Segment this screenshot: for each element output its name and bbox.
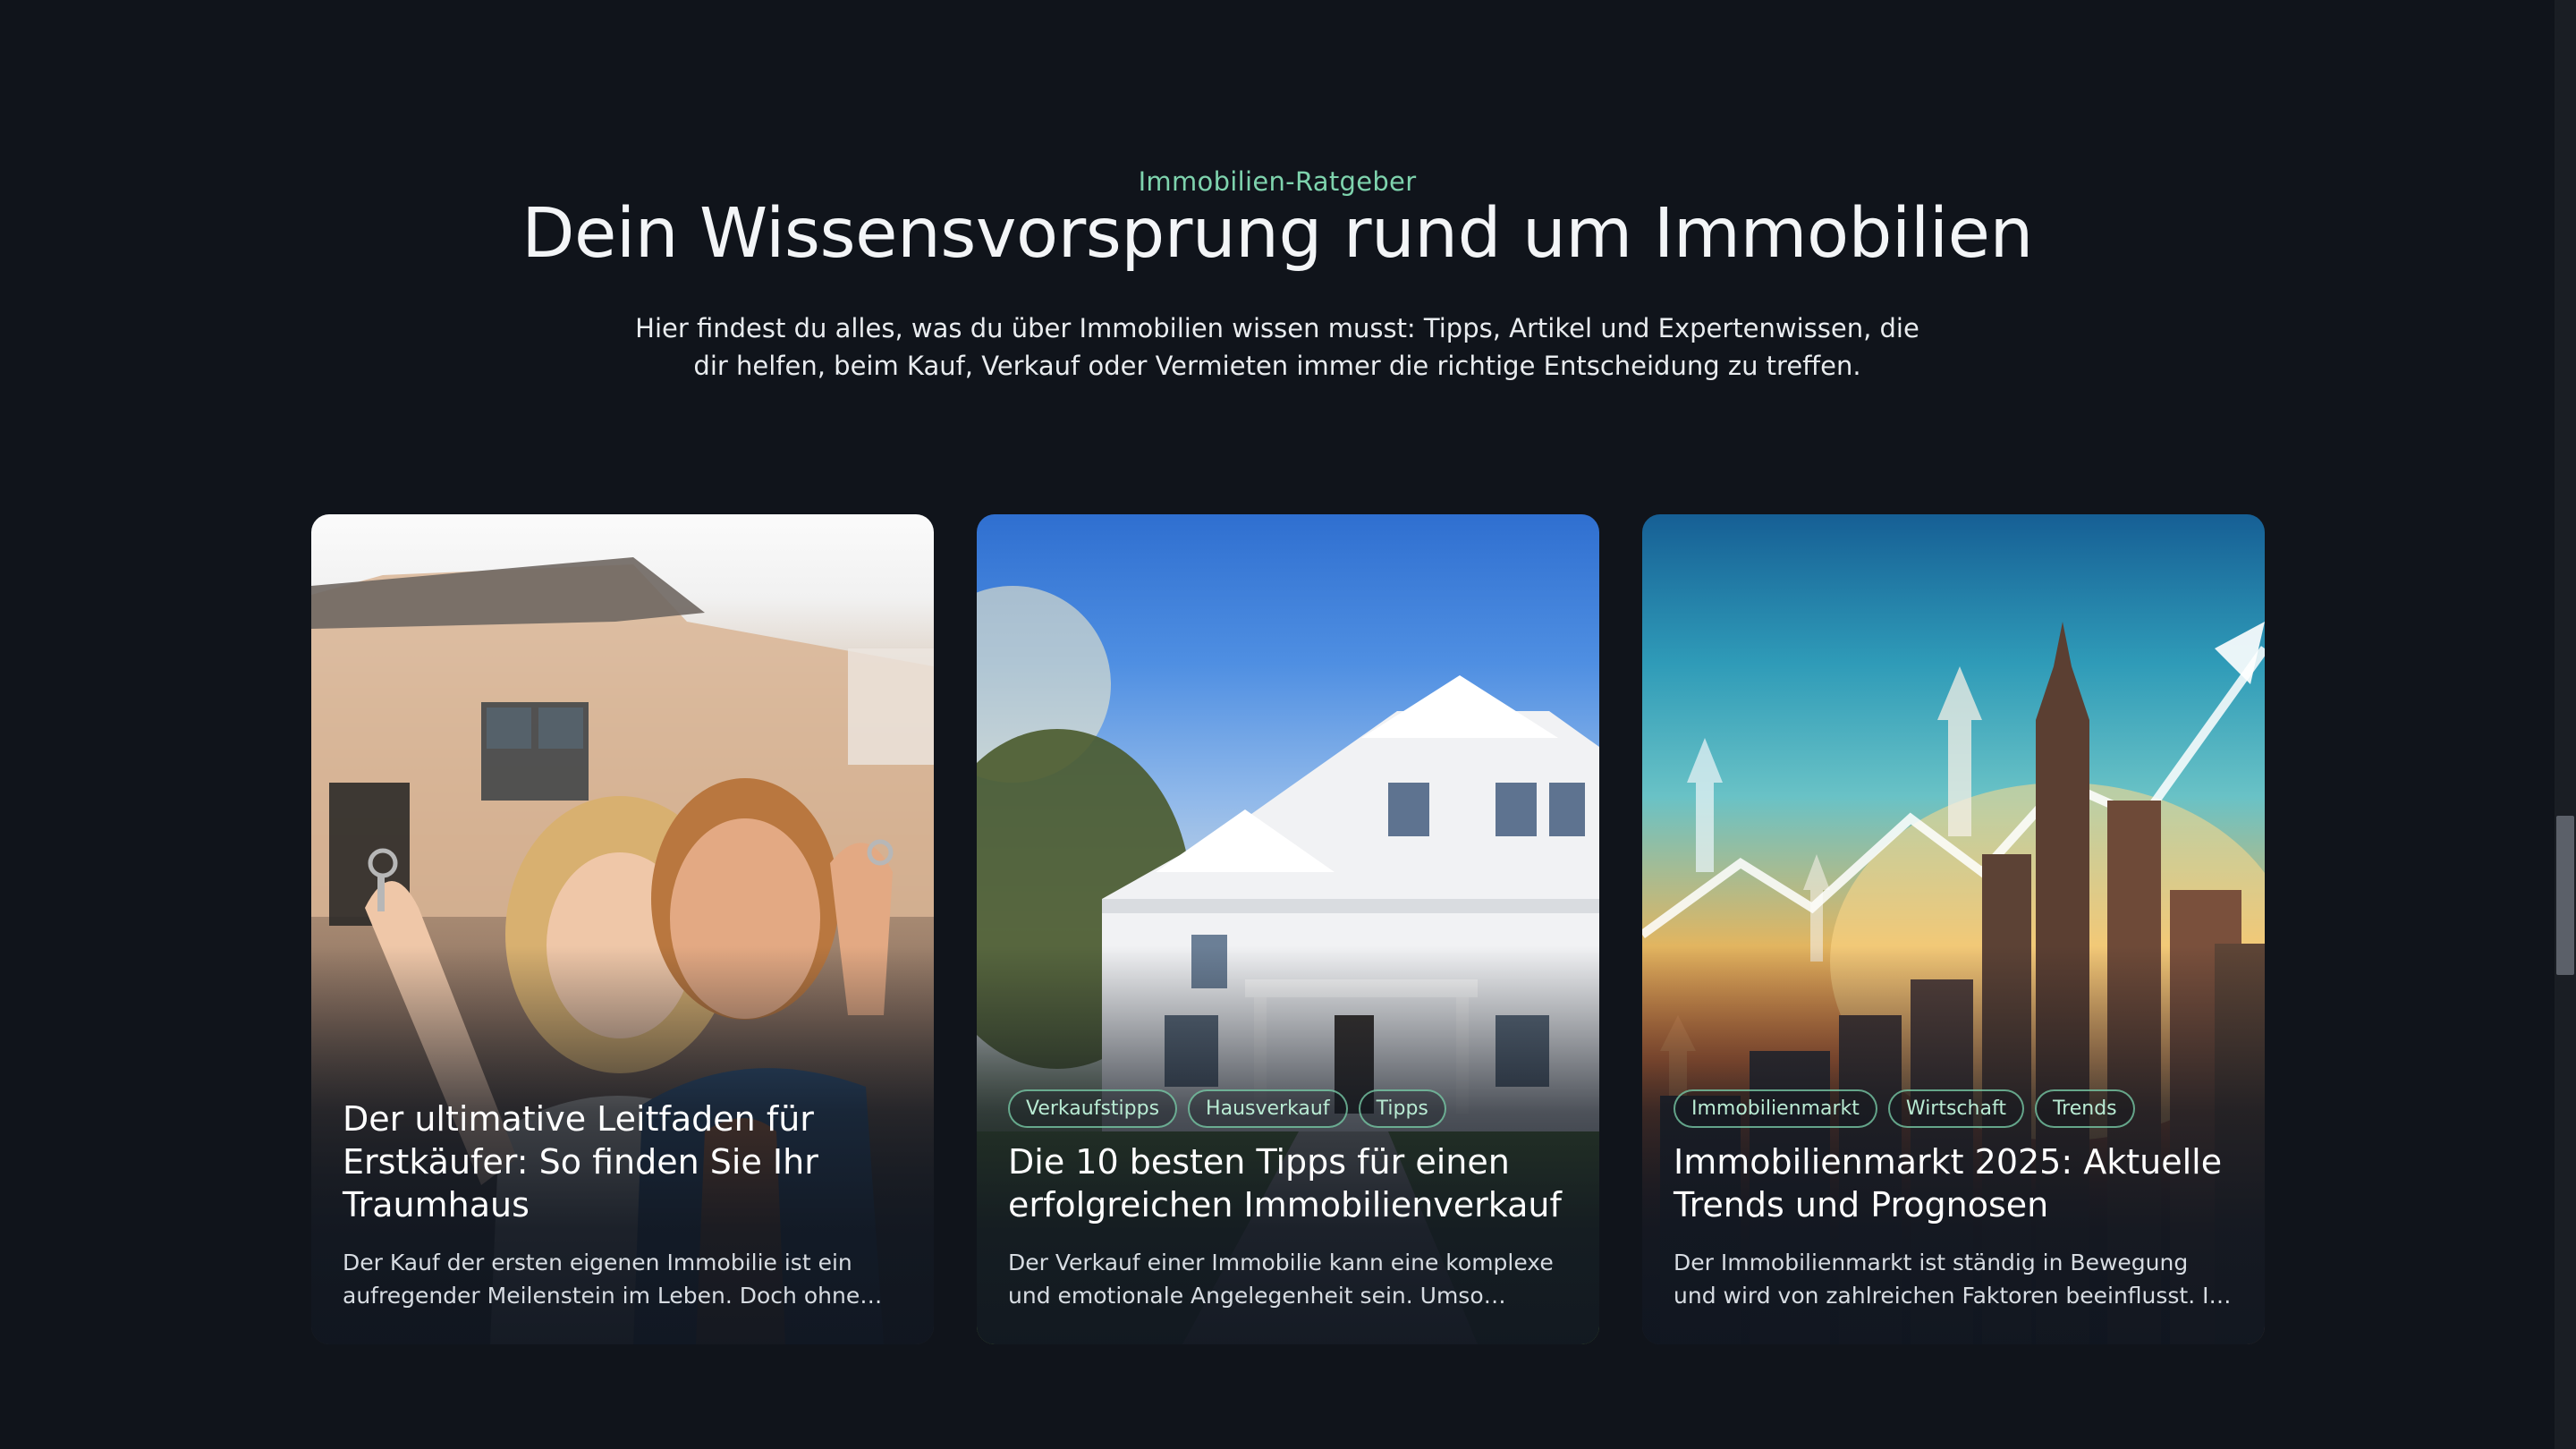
section-title: Dein Wissensvorsprung rund um Immobilien (521, 194, 2033, 274)
article-excerpt: Der Verkauf einer Immobilie kann eine ko… (1008, 1250, 1554, 1309)
article-card[interactable]: Der ultimative Leitfaden für Erstkäufer:… (311, 514, 934, 1344)
article-title[interactable]: Die 10 besten Tipps für einen erfolgreic… (1008, 1140, 1568, 1226)
ratgeber-section: Immobilien-Ratgeber Dein Wissensvorsprun… (0, 0, 2555, 1449)
article-tags: Immobilienmarkt Wirtschaft Trends (1674, 1089, 2233, 1128)
article-title[interactable]: Immobilienmarkt 2025: Aktuelle Trends un… (1674, 1140, 2233, 1226)
article-excerpt: Der Kauf der ersten eigenen Immobilie is… (343, 1250, 883, 1309)
page: Immobilien-Ratgeber Dein Wissensvorsprun… (0, 0, 2576, 1449)
article-card[interactable]: Verkaufstipps Hausverkauf Tipps Die 10 b… (977, 514, 1599, 1344)
article-tag[interactable]: Trends (2034, 1089, 2135, 1128)
article-tag[interactable]: Verkaufstipps (1008, 1089, 1178, 1128)
article-tag[interactable]: Hausverkauf (1188, 1089, 1348, 1128)
article-card-body: Verkaufstipps Hausverkauf Tipps Die 10 b… (1008, 1089, 1568, 1312)
article-title[interactable]: Der ultimative Leitfaden für Erstkäufer:… (343, 1097, 902, 1226)
page-scrollbar[interactable] (2555, 0, 2576, 1449)
article-excerpt: Der Immobilienmarkt ist ständig in Beweg… (1674, 1250, 2231, 1309)
article-tag[interactable]: Tipps (1358, 1089, 1446, 1128)
article-tag[interactable]: Immobilienmarkt (1674, 1089, 1877, 1128)
article-card-body: Der ultimative Leitfaden für Erstkäufer:… (343, 1097, 902, 1312)
article-tag[interactable]: Wirtschaft (1887, 1089, 2024, 1128)
article-card[interactable]: Immobilienmarkt Wirtschaft Trends Immobi… (1642, 514, 2265, 1344)
article-card-body: Immobilienmarkt Wirtschaft Trends Immobi… (1674, 1089, 2233, 1312)
scrollbar-thumb[interactable] (2556, 816, 2574, 975)
section-intro: Hier findest du alles, was du über Immob… (635, 313, 1919, 381)
article-tags: Verkaufstipps Hausverkauf Tipps (1008, 1089, 1568, 1128)
article-card-list: Der ultimative Leitfaden für Erstkäufer:… (311, 514, 2265, 1344)
